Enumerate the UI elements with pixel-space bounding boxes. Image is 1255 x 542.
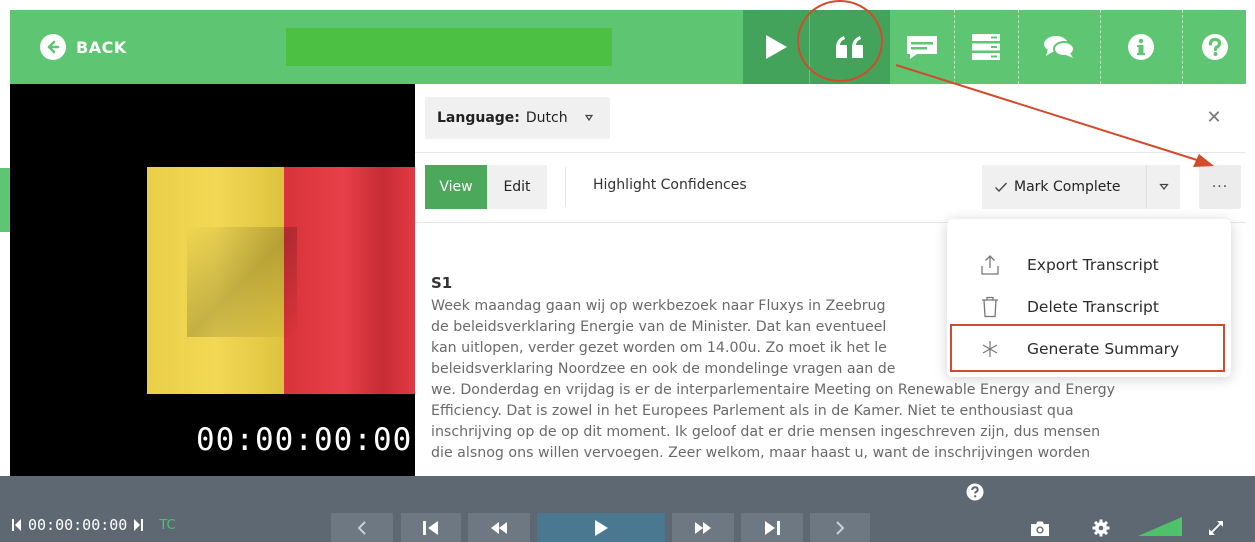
view-button[interactable]: View — [425, 165, 487, 209]
language-label: Language: — [437, 110, 520, 126]
fast-forward-icon — [695, 522, 711, 534]
transcript-line: inschrijving op de op dit moment. Ik gel… — [431, 424, 1101, 440]
skip-start-button[interactable] — [401, 513, 461, 542]
volume-level-icon — [1138, 517, 1182, 536]
divider — [565, 167, 566, 207]
play-icon — [766, 35, 787, 59]
menu-item-label: Export Transcript — [1027, 256, 1159, 274]
back-label: BACK — [76, 37, 127, 57]
camera-icon — [1031, 521, 1049, 536]
jump-end-icon[interactable] — [133, 519, 144, 531]
speaker-label: S1 — [431, 274, 453, 292]
menu-item-label: Delete Transcript — [1027, 298, 1159, 316]
language-dropdown[interactable]: Language: Dutch — [425, 97, 610, 139]
volume-slider[interactable] — [1134, 514, 1186, 538]
top-bar: BACK — [10, 10, 1246, 84]
back-button[interactable]: BACK — [40, 33, 127, 61]
delete-transcript-item[interactable]: Delete Transcript — [947, 287, 1231, 327]
play-button[interactable] — [537, 513, 665, 542]
gear-icon — [1092, 519, 1110, 537]
list-tab-button[interactable] — [955, 10, 1017, 84]
check-icon — [995, 182, 1008, 193]
help-icon — [1201, 34, 1228, 60]
close-icon[interactable]: ✕ — [1199, 102, 1229, 132]
rewind-icon — [491, 522, 507, 534]
skip-back-icon — [423, 521, 438, 535]
export-transcript-item[interactable]: Export Transcript — [947, 245, 1231, 285]
playback-bar: 00:00:00:00 TC — [0, 476, 1255, 542]
footer-timecode: 00:00:00:00 — [28, 516, 128, 534]
skip-forward-icon — [765, 521, 780, 535]
play-icon — [595, 520, 608, 536]
app-root: BACK 00:00:00:00 Language: Dutch ✕ View … — [0, 0, 1255, 542]
title-box — [286, 28, 612, 66]
more-options-button[interactable]: ··· — [1199, 165, 1241, 209]
caret-down-icon — [584, 114, 593, 122]
caret-down-icon — [1158, 183, 1169, 190]
view-edit-toggle: View Edit — [425, 165, 547, 209]
annotation-box — [950, 324, 1225, 372]
settings-button[interactable] — [1089, 517, 1113, 539]
mark-complete-caret[interactable] — [1146, 165, 1180, 209]
divider — [415, 152, 1246, 153]
next-button[interactable] — [810, 513, 870, 542]
language-value: Dutch — [525, 110, 568, 126]
video-player[interactable]: 00:00:00:00 — [10, 84, 415, 476]
snapshot-button[interactable] — [1028, 517, 1052, 539]
transcript-line: Efficiency. Dat is zowel in het Europees… — [431, 403, 1074, 419]
subtitle-tab-button[interactable] — [891, 10, 953, 84]
mark-complete-label: Mark Complete — [1014, 179, 1121, 195]
mark-complete-button[interactable]: Mark Complete — [982, 165, 1180, 209]
chevron-right-icon — [836, 521, 845, 535]
list-icon — [972, 34, 1000, 60]
expand-icon — [1209, 521, 1223, 535]
tc-label[interactable]: TC — [159, 518, 175, 533]
chevron-left-icon — [357, 521, 366, 535]
subtitle-icon — [907, 36, 937, 59]
fast-forward-button[interactable] — [672, 513, 734, 542]
comments-tab-button[interactable] — [1019, 10, 1099, 84]
help-icon — [966, 483, 984, 501]
rewind-button[interactable] — [468, 513, 530, 542]
video-edge-marker — [0, 168, 10, 232]
comments-icon — [1044, 36, 1075, 58]
help-tab-button[interactable] — [1183, 10, 1246, 84]
belgian-flag-image — [147, 167, 415, 394]
edit-button[interactable]: Edit — [487, 165, 547, 209]
fullscreen-button[interactable] — [1205, 517, 1227, 539]
footer-timecode-group: 00:00:00:00 TC — [12, 516, 176, 534]
info-icon — [1128, 34, 1154, 60]
export-icon — [979, 254, 1001, 276]
video-timecode: 00:00:00:00 — [196, 422, 413, 458]
info-tab-button[interactable] — [1101, 10, 1181, 84]
skip-end-button[interactable] — [741, 513, 803, 542]
annotation-circle — [797, 0, 883, 82]
prev-button[interactable] — [331, 513, 393, 542]
highlight-confidences-button[interactable]: Highlight Confidences — [593, 177, 747, 193]
trash-icon — [979, 296, 1001, 318]
transcript-line: die alsnog ons willen vervoegen. Zeer we… — [431, 445, 1091, 461]
transcript-line: we. Donderdag en vrijdag is er de interp… — [431, 382, 1116, 398]
jump-start-icon[interactable] — [12, 519, 22, 531]
back-arrow-icon — [40, 34, 66, 60]
shortcuts-help-button[interactable] — [963, 480, 987, 504]
